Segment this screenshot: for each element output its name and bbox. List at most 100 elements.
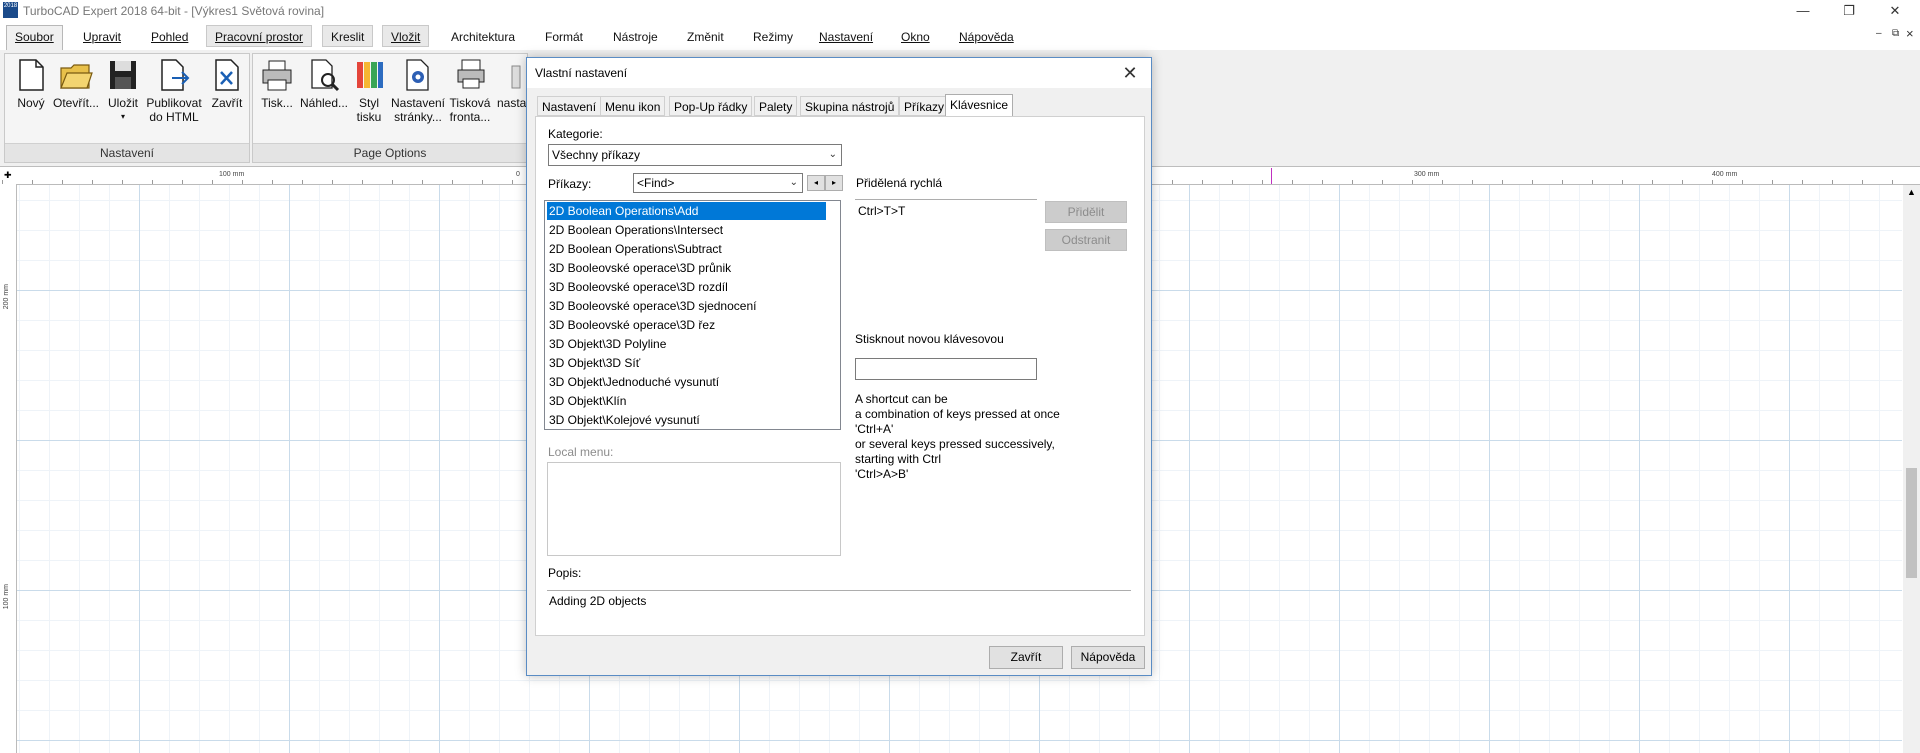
list-item[interactable]: 2D Boolean Operations\Intersect xyxy=(547,221,826,239)
customize-dialog: Vlastní nastavení ✕ Nastavení Menu ikon … xyxy=(526,57,1152,676)
tab-label: Kreslit xyxy=(331,30,365,44)
close-file-button[interactable]: Zavřít xyxy=(207,58,247,110)
tab-skupina-nastroju[interactable]: Skupina nástrojů xyxy=(800,96,900,116)
assign-button[interactable]: Přidělit xyxy=(1045,201,1127,223)
tab-pracovni-prostor[interactable]: Pracovní prostor xyxy=(206,25,313,47)
tab-vlozit[interactable]: Vložit xyxy=(382,25,430,47)
minimize-button[interactable]: — xyxy=(1780,0,1826,22)
help-line: or several keys pressed successively, xyxy=(855,437,1055,451)
partial-icon xyxy=(511,65,521,89)
ribbon-group-label: Nastavení xyxy=(5,143,249,162)
tab-label: Skupina nástrojů xyxy=(805,100,895,114)
help-line: 'Ctrl+A' xyxy=(855,422,894,436)
save-button[interactable]: Uložit ▾ xyxy=(103,58,143,124)
page-setup-icon xyxy=(406,59,429,91)
find-combobox[interactable]: <Find> ⌄ xyxy=(633,173,803,193)
scroll-up-icon[interactable]: ▲ xyxy=(1907,187,1916,197)
list-item[interactable]: 3D Objekt\Jednoduché vysunutí xyxy=(547,373,826,391)
tab-soubor[interactable]: Soubor xyxy=(6,25,63,51)
commands-label: Příkazy: xyxy=(548,177,592,191)
tab-label: Nastavení xyxy=(819,30,874,44)
list-item[interactable]: 3D Objekt\3D Polyline xyxy=(547,335,826,353)
ribbon-group-label: Page Options xyxy=(253,143,527,162)
ruler-label: 200 mm xyxy=(3,284,10,310)
print-preview-button[interactable]: Náhled... xyxy=(299,58,349,110)
open-button[interactable]: Otevřít... xyxy=(51,58,101,110)
ruler-label: 100 mm xyxy=(3,584,10,610)
print-queue-button[interactable]: Tisková fronta... xyxy=(447,58,493,124)
tab-label: Režimy xyxy=(753,30,794,44)
print-style-button[interactable]: Styl tisku xyxy=(351,58,387,124)
menu-bar: Soubor Upravit Pohled Pracovní prostor K… xyxy=(0,22,1920,51)
list-item[interactable]: 3D Booleovské operace\3D řez xyxy=(547,316,826,334)
printer-icon xyxy=(262,60,292,91)
mdi-minimize-button[interactable]: – xyxy=(1876,28,1882,39)
local-menu-box[interactable] xyxy=(547,462,841,556)
find-previous-button[interactable]: ◂ xyxy=(807,175,825,191)
tab-palety[interactable]: Palety xyxy=(754,96,798,116)
close-file-icon xyxy=(215,59,239,91)
tab-label: Pohled xyxy=(151,30,189,44)
print-preview-label: Náhled... xyxy=(299,96,349,110)
mdi-close-button[interactable]: × xyxy=(1906,26,1914,41)
tab-rezimy[interactable]: Režimy xyxy=(744,25,802,47)
list-item[interactable]: Ctrl>T>T xyxy=(858,204,905,218)
local-menu-label: Local menu: xyxy=(548,445,614,459)
help-line: a combination of keys pressed at once xyxy=(855,407,1060,421)
new-button[interactable]: Nový xyxy=(11,58,51,110)
help-line: A shortcut can be xyxy=(855,392,948,406)
ruler-label: 300 mm xyxy=(1414,171,1440,178)
close-button[interactable]: Zavřít xyxy=(989,646,1063,669)
tab-architektura[interactable]: Architektura xyxy=(442,25,524,47)
tab-label: Příkazy xyxy=(904,100,945,114)
app-icon: 2018 xyxy=(3,2,18,18)
restore-button[interactable]: ❐ xyxy=(1826,0,1872,22)
assigned-shortcut-list[interactable]: Ctrl>T>T xyxy=(855,199,1037,323)
chevron-down-icon: ⌄ xyxy=(828,149,837,160)
tab-format[interactable]: Formát xyxy=(536,25,592,47)
tab-pohled[interactable]: Pohled xyxy=(142,25,197,47)
tab-label: Soubor xyxy=(15,30,54,44)
help-button[interactable]: Nápověda xyxy=(1071,646,1145,669)
list-item[interactable]: 3D Objekt\Klín xyxy=(547,392,826,410)
commands-list[interactable]: 2D Boolean Operations\Add 2D Boolean Ope… xyxy=(544,200,841,430)
list-item[interactable]: 3D Booleovské operace\3D rozdíl xyxy=(547,278,826,296)
partial-ribbon-button[interactable]: nasta xyxy=(497,58,527,110)
tab-upravit[interactable]: Upravit xyxy=(74,25,130,47)
tab-napoveda[interactable]: Nápověda xyxy=(950,25,1023,47)
tab-prikazy[interactable]: Příkazy xyxy=(899,96,950,116)
find-next-button[interactable]: ▸ xyxy=(825,175,843,191)
list-item[interactable]: 2D Boolean Operations\Subtract xyxy=(547,240,826,258)
save-dropdown-icon[interactable]: ▾ xyxy=(103,110,143,124)
mdi-restore-button[interactable]: ⧉ xyxy=(1892,28,1899,39)
new-key-input[interactable] xyxy=(855,358,1037,380)
publish-html-button[interactable]: Publikovat do HTML xyxy=(143,58,205,124)
print-queue-icon xyxy=(457,59,485,89)
category-select[interactable]: Všechny příkazy ⌄ xyxy=(548,144,842,166)
vertical-scroll-thumb[interactable] xyxy=(1906,468,1917,578)
dialog-close-icon[interactable]: ✕ xyxy=(1115,60,1145,86)
partial-label: nasta xyxy=(497,96,527,110)
list-item[interactable]: 2D Boolean Operations\Add xyxy=(547,202,826,220)
page-setup-button[interactable]: Nastavení stránky... xyxy=(389,58,447,124)
tab-menu-ikon[interactable]: Menu ikon xyxy=(600,96,666,116)
remove-button[interactable]: Odstranit xyxy=(1045,229,1127,251)
publish-html-icon xyxy=(161,59,190,91)
print-queue-label: Tisková fronta... xyxy=(449,96,491,124)
tab-nastaveni[interactable]: Nastavení xyxy=(810,25,882,47)
tab-zmenit[interactable]: Změnit xyxy=(678,25,733,47)
tab-okno[interactable]: Okno xyxy=(892,25,939,47)
description-value: Adding 2D objects xyxy=(549,594,647,608)
print-button[interactable]: Tisk... xyxy=(257,58,297,110)
tab-nastaveni-dialog[interactable]: Nastavení xyxy=(537,96,602,116)
list-item[interactable]: 3D Booleovské operace\3D průnik xyxy=(547,259,826,277)
tab-popup-radky[interactable]: Pop-Up řádky xyxy=(669,96,753,116)
tab-kreslit[interactable]: Kreslit xyxy=(322,25,374,47)
list-item[interactable]: 3D Objekt\Kolejové vysunutí xyxy=(547,411,826,429)
tab-nastroje[interactable]: Nástroje xyxy=(604,25,667,47)
list-item[interactable]: 3D Booleovské operace\3D sjednocení xyxy=(547,297,826,315)
close-window-button[interactable]: ✕ xyxy=(1872,0,1918,22)
assigned-shortcut-label: Přidělená rychlá xyxy=(856,176,943,190)
tab-klavesnice[interactable]: Klávesnice xyxy=(945,94,1014,117)
list-item[interactable]: 3D Objekt\3D Síť xyxy=(547,354,826,372)
